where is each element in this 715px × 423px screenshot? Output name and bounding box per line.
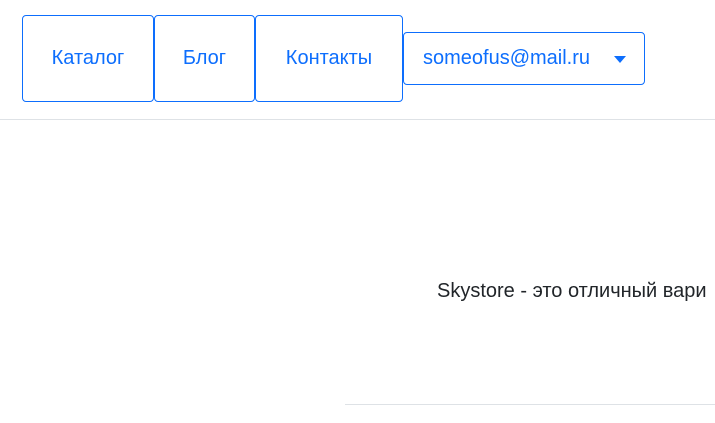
user-menu-dropdown[interactable]: someofus@mail.ru — [403, 32, 645, 85]
nav-catalog-button[interactable]: Каталог — [22, 15, 154, 102]
caret-down-icon — [614, 56, 626, 63]
top-navbar: Каталог Блог Контакты someofus@mail.ru — [0, 0, 715, 120]
user-email-label: someofus@mail.ru — [423, 47, 591, 69]
nav-contacts-button[interactable]: Контакты — [255, 15, 403, 102]
nav-blog-button[interactable]: Блог — [154, 15, 255, 102]
intro-text: Skystore - это отличный вари — [437, 280, 707, 302]
section-divider — [345, 404, 715, 405]
